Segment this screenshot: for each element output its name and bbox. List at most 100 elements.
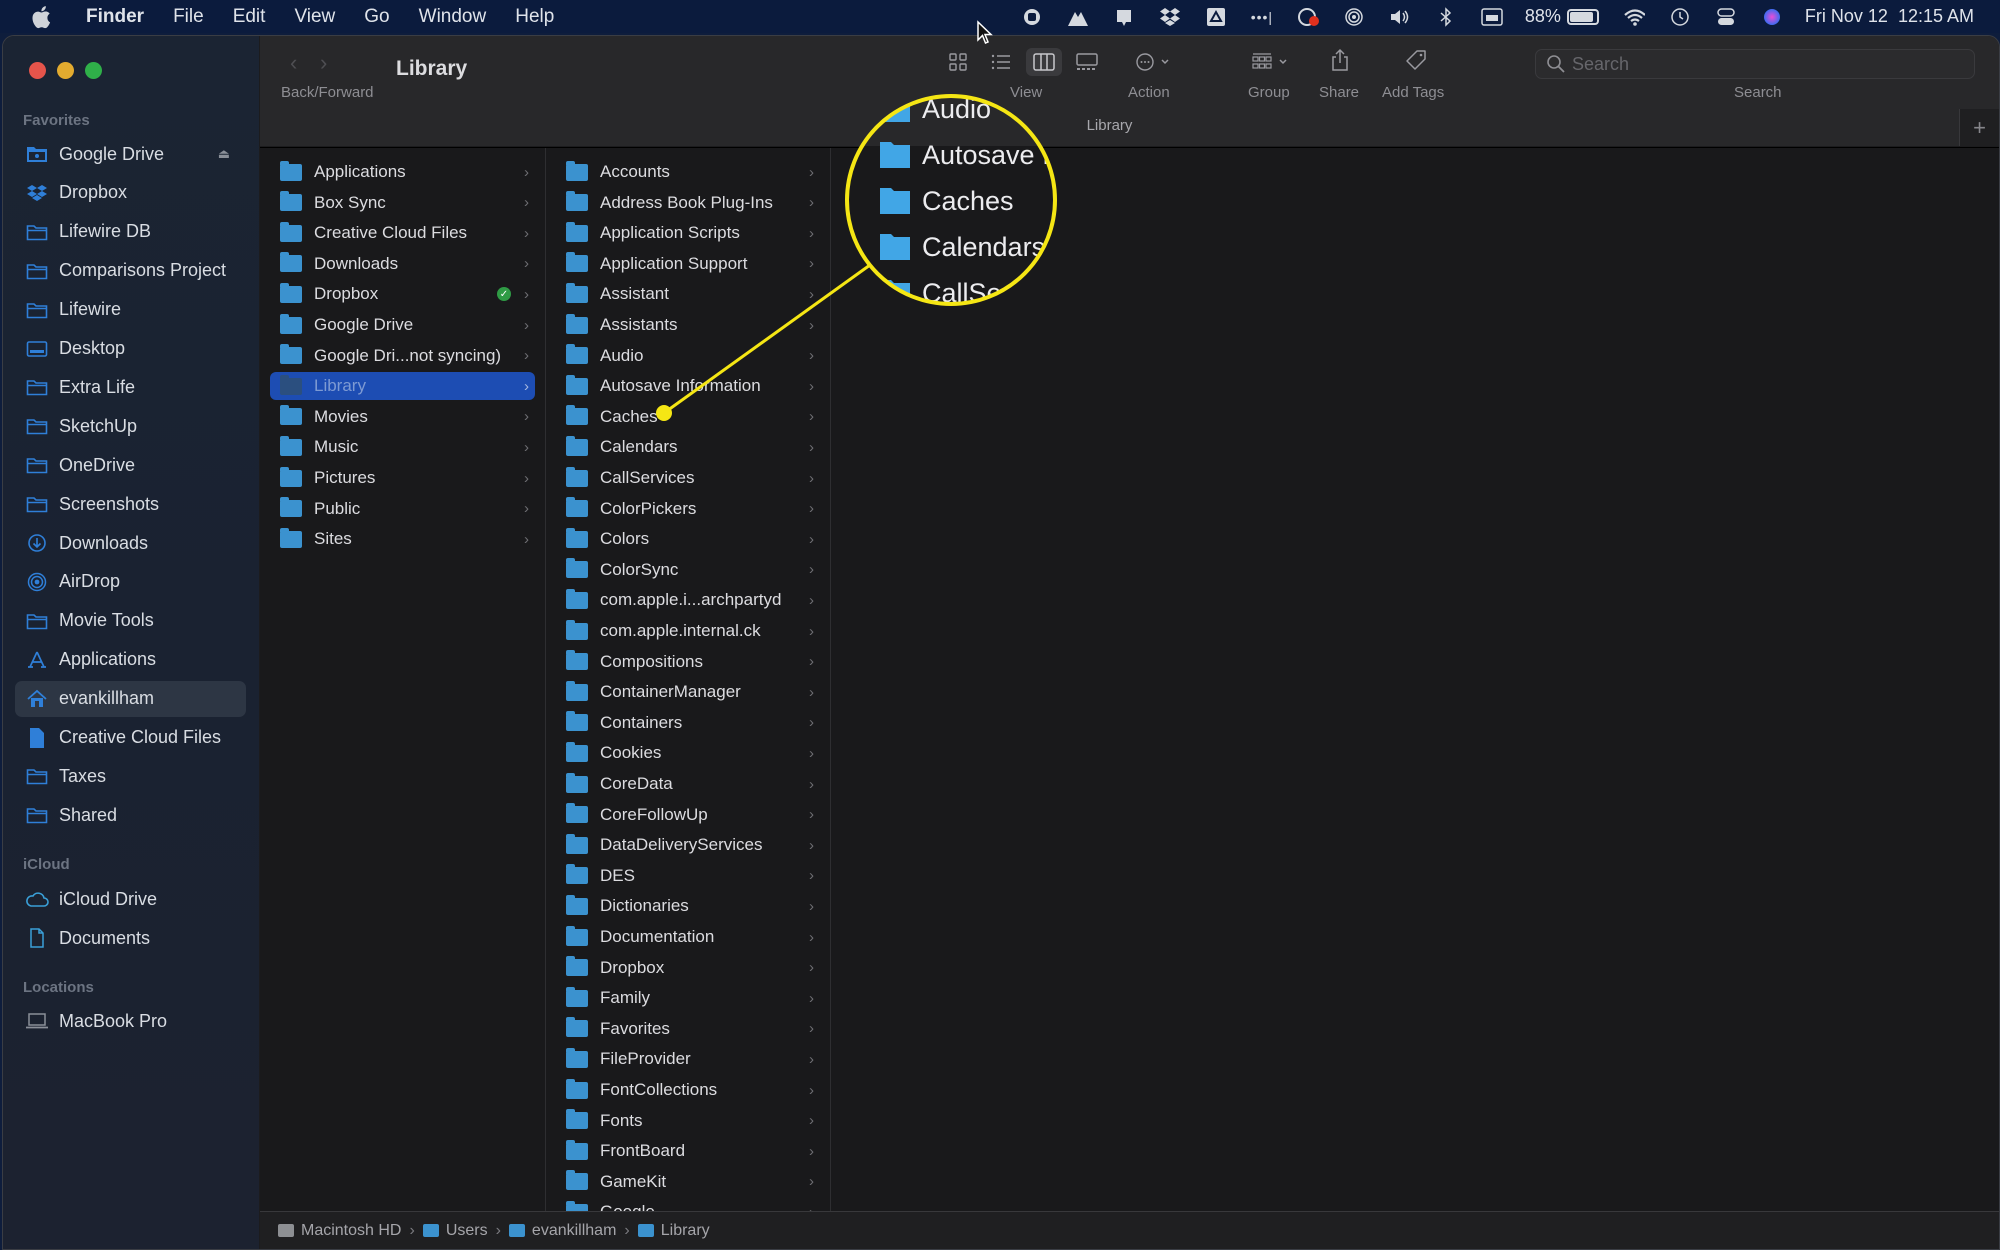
- folder-row[interactable]: ContainerManager ›: [556, 678, 820, 706]
- sidebar-item-airdrop[interactable]: AirDrop: [15, 564, 246, 600]
- icon-view-button[interactable]: [940, 48, 976, 76]
- sidebar-item-creative-cloud-files[interactable]: Creative Cloud Files: [15, 720, 246, 756]
- new-tab-button[interactable]: +: [1959, 109, 1999, 146]
- folder-row[interactable]: com.apple.i...archpartyd ›: [556, 586, 820, 614]
- path-crumb[interactable]: evankillham: [508, 1222, 616, 1240]
- sidebar-item-onedrive[interactable]: OneDrive: [15, 447, 246, 483]
- time-machine-icon[interactable]: [1669, 6, 1691, 28]
- folder-row[interactable]: Autosave Information ›: [556, 372, 820, 400]
- vpn-mountain-icon[interactable]: [1067, 6, 1089, 28]
- sidebar-item-screenshots[interactable]: Screenshots: [15, 486, 246, 522]
- column-empty[interactable]: [831, 148, 1999, 1211]
- input-menu-icon[interactable]: [1481, 6, 1503, 28]
- group-menu-button[interactable]: [1250, 50, 1296, 74]
- folder-row[interactable]: Sites ›: [270, 525, 535, 553]
- apple-menu-icon[interactable]: [30, 5, 52, 29]
- zoom-window-button[interactable]: [85, 62, 102, 79]
- sidebar-item-icloud-drive[interactable]: iCloud Drive: [15, 881, 246, 917]
- folder-row[interactable]: Google ›: [556, 1198, 820, 1211]
- close-window-button[interactable]: [29, 62, 46, 79]
- folder-row[interactable]: Application Scripts ›: [556, 219, 820, 247]
- folder-row[interactable]: DataDeliveryServices ›: [556, 831, 820, 859]
- folder-row[interactable]: ColorPickers ›: [556, 495, 820, 523]
- sidebar-item-extra-life[interactable]: Extra Life: [15, 369, 246, 405]
- sidebar-item-movie-tools[interactable]: Movie Tools: [15, 603, 246, 639]
- folder-row[interactable]: Google Dri...not syncing) ›: [270, 342, 535, 370]
- sidebar-item-shared[interactable]: Shared: [15, 797, 246, 833]
- forward-button[interactable]: ›: [320, 50, 327, 76]
- sidebar-item-macbook-pro[interactable]: MacBook Pro: [15, 1003, 246, 1039]
- creative-cloud-sync-icon[interactable]: [1297, 6, 1319, 28]
- back-button[interactable]: ‹: [290, 50, 297, 76]
- sidebar-item-comparisons-project[interactable]: Comparisons Project: [15, 253, 246, 289]
- control-center-icon[interactable]: [1715, 6, 1737, 28]
- folder-row[interactable]: CoreFollowUp ›: [556, 801, 820, 829]
- folder-row[interactable]: Library ›: [270, 372, 535, 401]
- battery-icon[interactable]: [1566, 8, 1599, 25]
- sidebar-item-lifewire-db[interactable]: Lifewire DB: [15, 214, 246, 250]
- volume-icon[interactable]: [1389, 6, 1411, 28]
- share-button[interactable]: [1328, 46, 1352, 74]
- minimize-window-button[interactable]: [57, 62, 74, 79]
- folder-row[interactable]: com.apple.internal.ck ›: [556, 617, 820, 645]
- screen-record-icon[interactable]: [1021, 6, 1043, 28]
- path-crumb[interactable]: Library: [637, 1222, 710, 1240]
- folder-row[interactable]: Accounts ›: [556, 158, 820, 186]
- folder-row[interactable]: Address Book Plug-Ins ›: [556, 189, 820, 217]
- sidebar-item-evankillham[interactable]: evankillham: [15, 680, 246, 717]
- folder-row[interactable]: Public ›: [270, 495, 535, 523]
- folder-row[interactable]: Assistants ›: [556, 311, 820, 339]
- menu-edit[interactable]: Edit: [233, 6, 266, 28]
- folder-row[interactable]: DES ›: [556, 862, 820, 890]
- folder-row[interactable]: FontCollections ›: [556, 1076, 820, 1104]
- sidebar-item-applications[interactable]: Applications: [15, 642, 246, 678]
- search-input[interactable]: [1572, 53, 1952, 75]
- sidebar-item-lifewire[interactable]: Lifewire: [15, 292, 246, 328]
- list-view-button[interactable]: [983, 48, 1019, 76]
- column-library[interactable]: Accounts › Address Book Plug-Ins › Applicati…: [546, 148, 831, 1211]
- folder-row[interactable]: Assistant ›: [556, 280, 820, 308]
- bluetooth-icon[interactable]: [1435, 6, 1457, 28]
- folder-row[interactable]: GameKit ›: [556, 1168, 820, 1196]
- folder-row[interactable]: FileProvider ›: [556, 1045, 820, 1073]
- menu-clock[interactable]: Fri Nov 12 12:15 AM: [1805, 6, 1974, 27]
- menu-go[interactable]: Go: [364, 6, 389, 28]
- folder-row[interactable]: Calendars ›: [556, 433, 820, 461]
- folder-row[interactable]: Dropbox › ✓: [270, 280, 535, 308]
- folder-row[interactable]: Caches ›: [556, 403, 820, 431]
- folder-row[interactable]: Dropbox ›: [556, 954, 820, 982]
- folder-row[interactable]: Family ›: [556, 984, 820, 1012]
- folder-row[interactable]: Dictionaries ›: [556, 892, 820, 920]
- folder-row[interactable]: Favorites ›: [556, 1015, 820, 1043]
- eject-icon[interactable]: ⏏: [218, 146, 230, 162]
- creative-cloud-menu-icon[interactable]: [1113, 6, 1135, 28]
- folder-row[interactable]: Music ›: [270, 433, 535, 461]
- folder-row[interactable]: Audio ›: [556, 342, 820, 370]
- folder-row[interactable]: Cookies ›: [556, 739, 820, 767]
- dropbox-menu-icon[interactable]: [1159, 6, 1181, 28]
- sidebar-item-google-drive[interactable]: Google Drive ⏏: [15, 136, 246, 172]
- folder-row[interactable]: Compositions ›: [556, 648, 820, 676]
- folder-row[interactable]: Colors ›: [556, 525, 820, 553]
- folder-row[interactable]: Application Support ›: [556, 250, 820, 278]
- folder-row[interactable]: CoreData ›: [556, 770, 820, 798]
- folder-row[interactable]: Box Sync ›: [270, 189, 535, 217]
- sidebar-item-dropbox[interactable]: Dropbox: [15, 175, 246, 211]
- siri-icon[interactable]: [1761, 6, 1783, 28]
- folder-row[interactable]: Fonts ›: [556, 1107, 820, 1135]
- menu-app-finder[interactable]: Finder: [86, 6, 144, 28]
- action-menu-button[interactable]: [1132, 50, 1178, 74]
- search-field[interactable]: [1535, 49, 1975, 79]
- sidebar-item-desktop[interactable]: Desktop: [15, 331, 246, 367]
- sidebar-item-taxes[interactable]: Taxes: [15, 758, 246, 794]
- gallery-view-button[interactable]: [1069, 48, 1105, 76]
- folder-row[interactable]: Documentation ›: [556, 923, 820, 951]
- folder-row[interactable]: Google Drive ›: [270, 311, 535, 339]
- folder-row[interactable]: CallServices ›: [556, 464, 820, 492]
- folder-row[interactable]: Applications ›: [270, 158, 535, 186]
- sidebar-item-documents[interactable]: Documents: [15, 920, 246, 956]
- tab-library[interactable]: Library: [260, 117, 1959, 134]
- airdrop-menu-icon[interactable]: [1343, 6, 1365, 28]
- folder-row[interactable]: Pictures ›: [270, 464, 535, 492]
- menu-window[interactable]: Window: [419, 6, 487, 28]
